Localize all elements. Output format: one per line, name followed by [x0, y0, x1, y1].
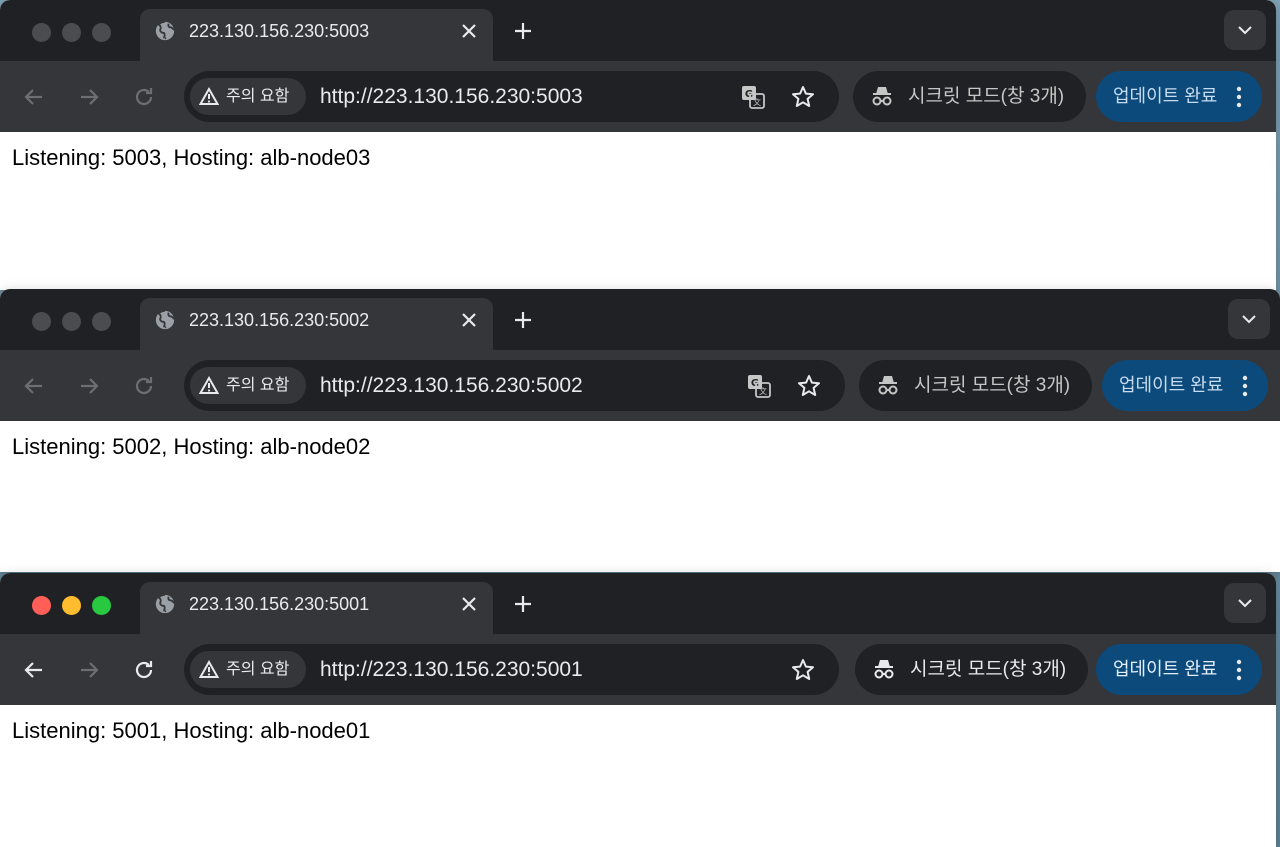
more-vert-icon[interactable] [1232, 84, 1246, 110]
toolbar: 주의 요함 http://223.130.156.230:5002 G文 시크릿… [0, 350, 1280, 421]
globe-icon [155, 593, 175, 614]
tab-title: 223.130.156.230:5002 [189, 310, 370, 330]
tab[interactable]: 223.130.156.230:5002 [140, 298, 493, 350]
incognito-indicator[interactable]: 시크릿 모드(창 3개) [855, 644, 1088, 695]
window-controls [32, 23, 111, 42]
close-window-button[interactable] [32, 312, 51, 331]
back-arrow-icon[interactable] [22, 658, 46, 682]
url-text[interactable]: http://223.130.156.230:5003 [320, 84, 583, 109]
page-text: Listening: 5001, Hosting: alb-node01 [12, 718, 371, 743]
security-chip[interactable]: 주의 요함 [190, 78, 306, 115]
more-vert-icon[interactable] [1238, 373, 1252, 399]
zoom-window-button[interactable] [92, 312, 111, 331]
back-arrow-icon[interactable] [22, 85, 46, 109]
url-text[interactable]: http://223.130.156.230:5002 [320, 373, 583, 398]
minimize-window-button[interactable] [62, 596, 81, 615]
address-bar[interactable]: 주의 요함 http://223.130.156.230:5003 G文 [184, 71, 839, 122]
tab-search-button[interactable] [1228, 299, 1270, 339]
close-icon[interactable] [460, 311, 478, 329]
page-text: Listening: 5003, Hosting: alb-node03 [12, 145, 371, 170]
update-label: 업데이트 완료 [1119, 375, 1224, 395]
incognito-label: 시크릿 모드(창 3개) [910, 659, 1067, 680]
incognito-indicator[interactable]: 시크릿 모드(창 3개) [859, 360, 1092, 411]
plus-icon[interactable] [512, 593, 534, 615]
tab-title: 223.130.156.230:5003 [189, 21, 370, 41]
star-icon[interactable] [790, 84, 816, 110]
address-bar[interactable]: 주의 요함 http://223.130.156.230:5001 [184, 644, 839, 695]
svg-text:文: 文 [759, 386, 767, 396]
tab-bar: 223.130.156.230:5001 [0, 573, 1276, 634]
browser-window-5001: 223.130.156.230:5001 주의 요함 http://223.13… [0, 573, 1276, 847]
globe-icon [155, 20, 175, 41]
chevron-down-icon [1242, 315, 1256, 324]
page-content: Listening: 5003, Hosting: alb-node03 [0, 132, 1276, 282]
chevron-down-icon [1238, 26, 1252, 35]
forward-arrow-icon[interactable] [77, 658, 101, 682]
forward-arrow-icon[interactable] [77, 85, 101, 109]
reload-icon[interactable] [132, 374, 156, 398]
incognito-icon [874, 660, 894, 679]
close-window-button[interactable] [32, 23, 51, 42]
update-label: 업데이트 완료 [1113, 86, 1218, 106]
minimize-window-button[interactable] [62, 312, 81, 331]
toolbar: 주의 요함 http://223.130.156.230:5001 시크릿 모드… [0, 634, 1276, 705]
chevron-down-icon [1238, 599, 1252, 608]
warning-icon [199, 660, 219, 678]
update-button[interactable]: 업데이트 완료 [1096, 71, 1262, 122]
tab-bar: 223.130.156.230:5002 [0, 289, 1280, 350]
plus-icon[interactable] [512, 20, 534, 42]
svg-text:文: 文 [753, 97, 761, 107]
incognito-icon [872, 87, 892, 106]
star-icon[interactable] [796, 373, 822, 399]
tab[interactable]: 223.130.156.230:5003 [140, 9, 493, 61]
reload-icon[interactable] [132, 658, 156, 682]
update-label: 업데이트 완료 [1113, 659, 1218, 679]
window-controls [32, 596, 111, 615]
globe-icon [155, 309, 175, 330]
warning-icon [199, 376, 219, 394]
incognito-icon [878, 376, 898, 395]
browser-window-5003: 223.130.156.230:5003 주의 요함 http://223.13… [0, 0, 1276, 290]
page-content: Listening: 5001, Hosting: alb-node01 [0, 705, 1276, 847]
incognito-label: 시크릿 모드(창 3개) [908, 86, 1065, 107]
close-icon[interactable] [460, 22, 478, 40]
tab-search-button[interactable] [1224, 10, 1266, 50]
page-content: Listening: 5002, Hosting: alb-node02 [0, 421, 1280, 571]
close-icon[interactable] [460, 595, 478, 613]
url-text[interactable]: http://223.130.156.230:5001 [320, 657, 583, 682]
translate-icon[interactable]: G文 [740, 84, 766, 110]
window-controls [32, 312, 111, 331]
update-button[interactable]: 업데이트 완료 [1096, 644, 1262, 695]
security-chip-label: 주의 요함 [226, 88, 290, 105]
reload-icon[interactable] [132, 85, 156, 109]
security-chip[interactable]: 주의 요함 [190, 367, 306, 404]
browser-window-5002: 223.130.156.230:5002 주의 요함 http://223.13… [0, 289, 1280, 572]
toolbar: 주의 요함 http://223.130.156.230:5003 G文 시크릿… [0, 61, 1276, 132]
security-chip[interactable]: 주의 요함 [190, 651, 306, 688]
tab-title: 223.130.156.230:5001 [189, 594, 370, 614]
translate-icon[interactable]: G文 [746, 373, 772, 399]
minimize-window-button[interactable] [62, 23, 81, 42]
star-icon[interactable] [790, 657, 816, 683]
zoom-window-button[interactable] [92, 23, 111, 42]
tab-search-button[interactable] [1224, 583, 1266, 623]
security-chip-label: 주의 요함 [226, 377, 290, 394]
update-button[interactable]: 업데이트 완료 [1102, 360, 1268, 411]
zoom-window-button[interactable] [92, 596, 111, 615]
back-arrow-icon[interactable] [22, 374, 46, 398]
plus-icon[interactable] [512, 309, 534, 331]
page-text: Listening: 5002, Hosting: alb-node02 [12, 434, 371, 459]
warning-icon [199, 87, 219, 105]
tab-bar: 223.130.156.230:5003 [0, 0, 1276, 61]
forward-arrow-icon[interactable] [77, 374, 101, 398]
incognito-indicator[interactable]: 시크릿 모드(창 3개) [853, 71, 1086, 122]
incognito-label: 시크릿 모드(창 3개) [914, 375, 1071, 396]
close-window-button[interactable] [32, 596, 51, 615]
security-chip-label: 주의 요함 [226, 661, 290, 678]
more-vert-icon[interactable] [1232, 657, 1246, 683]
address-bar[interactable]: 주의 요함 http://223.130.156.230:5002 G文 [184, 360, 845, 411]
tab[interactable]: 223.130.156.230:5001 [140, 582, 493, 634]
